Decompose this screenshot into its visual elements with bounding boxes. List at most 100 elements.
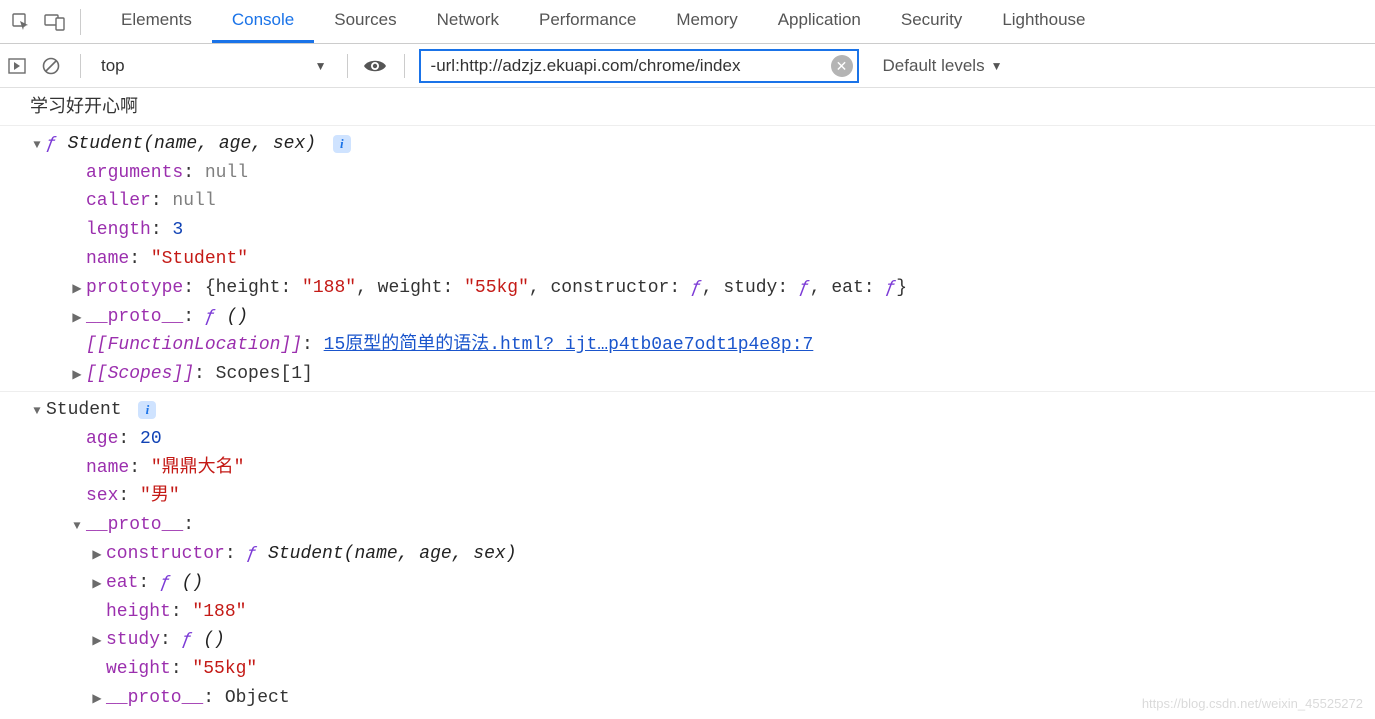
console-object-instance: ▼ Student i ▶ age: 20 ▶ name: "鼎鼎大名" ▶ s… — [0, 391, 1375, 715]
log-text: 学习好开心啊 — [30, 98, 138, 118]
inspect-icon[interactable] — [6, 7, 36, 37]
prop-row: ▶ weight: "55kg" — [30, 655, 1375, 684]
prop-key: eat — [106, 569, 138, 598]
prop-row: ▶ constructor: ƒ Student(name, age, sex) — [30, 540, 1375, 569]
prop-row: ▶ [[Scopes]]: Scopes[1] — [30, 360, 1375, 389]
tab-list: Elements Console Sources Network Perform… — [101, 0, 1106, 43]
prop-row: ▶ sex: "男" — [30, 482, 1375, 511]
log-levels-select[interactable]: Default levels ▼ — [883, 56, 1003, 76]
collapse-arrow-icon[interactable]: ▼ — [30, 402, 44, 421]
prop-value: "188" — [192, 598, 246, 627]
prop-key: height — [106, 598, 171, 627]
expand-arrow-icon[interactable]: ▶ — [70, 280, 84, 299]
tab-memory[interactable]: Memory — [656, 0, 757, 43]
collapse-arrow-icon[interactable]: ▼ — [70, 517, 84, 536]
prop-key: name — [86, 454, 129, 483]
expand-arrow-icon[interactable]: ▶ — [90, 546, 104, 565]
info-icon[interactable]: i — [138, 401, 156, 419]
prop-row: ▶ prototype: {height: "188" , weight: "5… — [30, 274, 1375, 303]
separator — [404, 54, 405, 78]
devtools-tab-strip: Elements Console Sources Network Perform… — [0, 0, 1375, 44]
prop-key: sex — [86, 482, 118, 511]
prop-key: [[FunctionLocation]] — [86, 331, 302, 360]
chevron-down-icon: ▼ — [315, 59, 327, 73]
prop-value: Object — [225, 684, 290, 713]
separator — [80, 9, 81, 35]
prop-row: ▶ eat: ƒ () — [30, 569, 1375, 598]
prop-row: ▶ name: "鼎鼎大名" — [30, 454, 1375, 483]
prop-value: "Student" — [151, 245, 248, 274]
prop-row: ▶ length: 3 — [30, 216, 1375, 245]
prop-key: __proto__ — [106, 684, 203, 713]
prop-key: __proto__ — [86, 303, 183, 332]
prop-row: ▼ __proto__: — [30, 511, 1375, 540]
separator — [80, 54, 81, 78]
tab-sources[interactable]: Sources — [314, 0, 416, 43]
clear-console-icon[interactable] — [42, 57, 66, 75]
sidebar-toggle-icon[interactable] — [8, 58, 32, 74]
prop-value: null — [205, 159, 248, 188]
prop-value: 3 — [172, 216, 183, 245]
prop-key: study — [106, 626, 160, 655]
tab-application[interactable]: Application — [758, 0, 881, 43]
watermark: https://blog.csdn.net/weixin_45525272 — [1142, 696, 1363, 711]
console-toolbar: top ▼ -url:http://adzjz.ekuapi.com/chrom… — [0, 44, 1375, 88]
console-object-function: ▼ ƒ Student(name, age, sex) i ▶ argument… — [0, 125, 1375, 391]
tab-security[interactable]: Security — [881, 0, 982, 43]
prop-row: ▶ __proto__: ƒ () — [30, 303, 1375, 332]
prop-value: 20 — [140, 425, 162, 454]
prop-value: {height: — [205, 274, 302, 303]
live-expression-icon[interactable] — [362, 57, 390, 75]
clear-filter-icon[interactable]: ✕ — [831, 55, 853, 77]
expand-arrow-icon[interactable]: ▶ — [90, 575, 104, 594]
prop-row: ▶ caller: null — [30, 187, 1375, 216]
tab-lighthouse[interactable]: Lighthouse — [982, 0, 1105, 43]
prop-key: arguments — [86, 159, 183, 188]
expand-arrow-icon[interactable]: ▶ — [70, 309, 84, 328]
prop-value: "男" — [140, 482, 180, 511]
info-icon[interactable]: i — [333, 135, 351, 153]
context-label: top — [101, 56, 125, 76]
prop-key: prototype — [86, 274, 183, 303]
function-signature: Student(name, age, sex) — [57, 130, 327, 159]
prop-key: name — [86, 245, 129, 274]
prop-row: ▶ [[FunctionLocation]]: 15原型的简单的语法.html?… — [30, 331, 1375, 360]
prop-key: [[Scopes]] — [86, 360, 194, 389]
expand-arrow-icon[interactable]: ▶ — [70, 366, 84, 385]
object-name: Student — [46, 396, 122, 425]
collapse-arrow-icon[interactable]: ▼ — [30, 136, 44, 155]
filter-value: -url:http://adzjz.ekuapi.com/chrome/inde… — [431, 56, 831, 76]
source-link[interactable]: 15原型的简单的语法.html?_ijt…p4tb0ae7odt1p4e8p:7 — [324, 331, 814, 360]
tab-network[interactable]: Network — [417, 0, 519, 43]
function-f-glyph: ƒ — [46, 130, 57, 159]
expand-arrow-icon[interactable]: ▶ — [90, 632, 104, 651]
chevron-down-icon: ▼ — [991, 59, 1003, 73]
prop-key: length — [86, 216, 151, 245]
levels-label: Default levels — [883, 56, 985, 76]
prop-key: age — [86, 425, 118, 454]
device-toggle-icon[interactable] — [40, 7, 70, 37]
prop-row: ▶ name: "Student" — [30, 245, 1375, 274]
prop-value: "鼎鼎大名" — [151, 454, 245, 483]
context-select[interactable]: top ▼ — [95, 56, 333, 76]
prop-row: ▶ height: "188" — [30, 598, 1375, 627]
prop-key: caller — [86, 187, 151, 216]
console-output: 学习好开心啊 ▼ ƒ Student(name, age, sex) i ▶ a… — [0, 88, 1375, 719]
prop-key: constructor — [106, 540, 225, 569]
prop-row: ▶ arguments: null — [30, 159, 1375, 188]
expand-arrow-icon[interactable]: ▶ — [90, 690, 104, 709]
prop-row: ▶ age: 20 — [30, 425, 1375, 454]
prop-key: weight — [106, 655, 171, 684]
filter-input[interactable]: -url:http://adzjz.ekuapi.com/chrome/inde… — [419, 49, 859, 83]
prop-value: Scopes[1] — [216, 360, 313, 389]
tab-elements[interactable]: Elements — [101, 0, 212, 43]
prop-value: Student(name, age, sex) — [257, 540, 516, 569]
tab-performance[interactable]: Performance — [519, 0, 656, 43]
console-log-line: 学习好开心啊 — [0, 92, 1375, 125]
prop-row: ▶ study: ƒ () — [30, 626, 1375, 655]
tab-console[interactable]: Console — [212, 0, 314, 43]
prop-value: "55kg" — [192, 655, 257, 684]
prop-value: null — [172, 187, 215, 216]
prop-key: __proto__ — [86, 511, 183, 540]
separator — [347, 54, 348, 78]
